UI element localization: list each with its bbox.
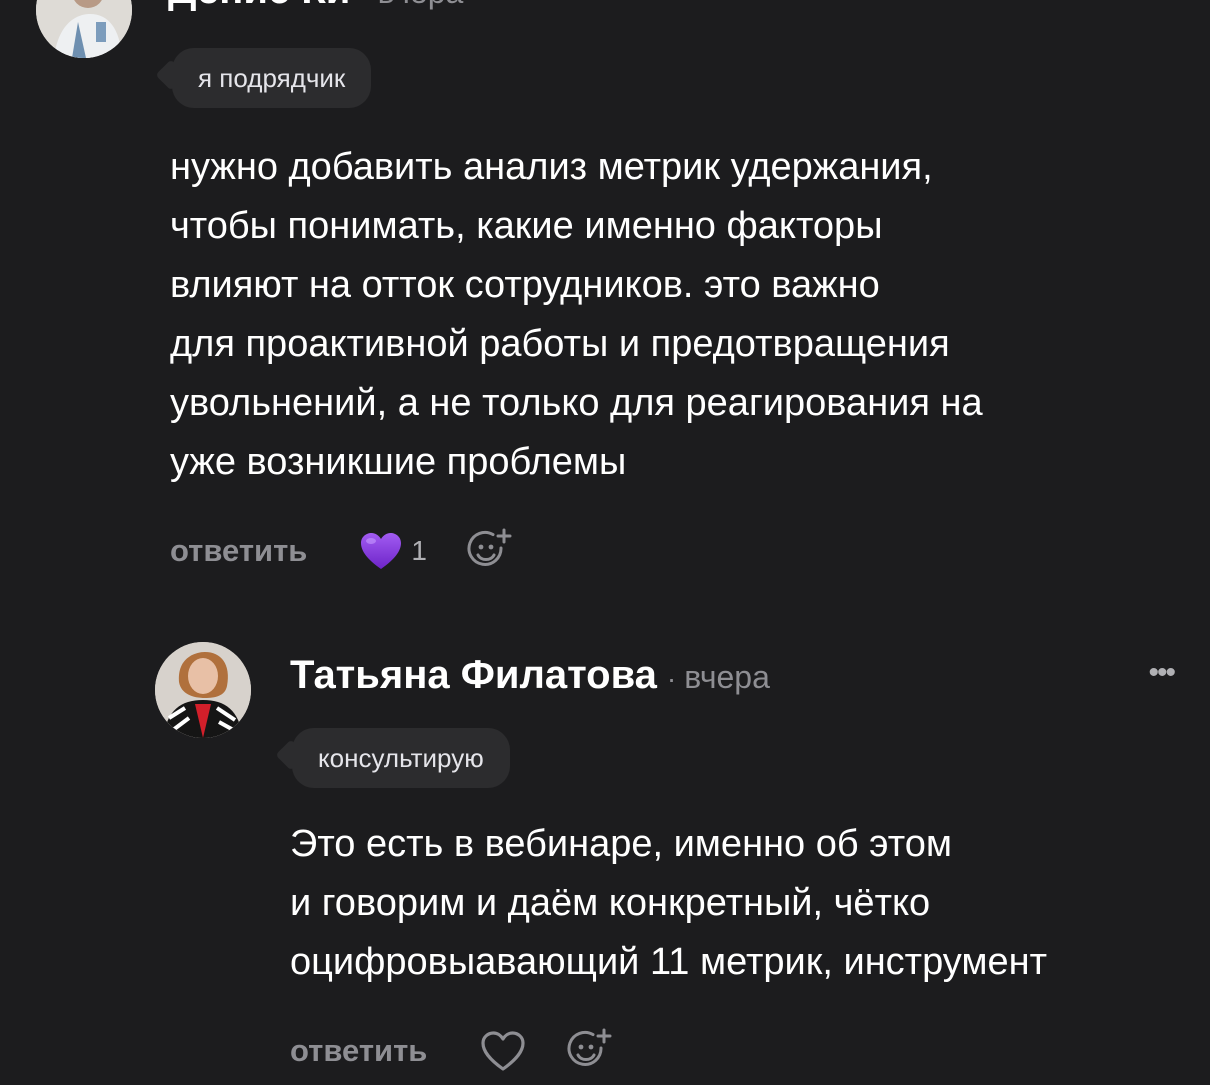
comment-actions: ответить xyxy=(290,1028,613,1074)
author-line: Денис Ки · вчера xyxy=(168,0,463,13)
reply-button[interactable]: ответить xyxy=(170,533,307,569)
reply-button[interactable]: ответить xyxy=(290,1033,427,1069)
more-options-icon[interactable]: ••• xyxy=(1148,0,1175,10)
author-name[interactable]: Татьяна Филатова xyxy=(290,653,657,698)
add-reaction-button[interactable] xyxy=(567,1028,613,1074)
add-reaction-icon xyxy=(567,1028,613,1074)
role-badge: консультирую xyxy=(292,728,510,788)
avatar[interactable] xyxy=(36,0,132,58)
comment-text: Это есть в вебинаре, именно об этом и го… xyxy=(290,823,1048,983)
timestamp: вчера xyxy=(684,659,770,695)
add-reaction-icon xyxy=(467,528,513,574)
like-button[interactable] xyxy=(479,1029,527,1073)
like-button[interactable]: 1 xyxy=(359,531,427,571)
comment-actions: ответить 1 xyxy=(170,528,513,574)
role-badge: я подрядчик xyxy=(172,48,372,108)
heart-icon xyxy=(479,1029,527,1073)
author-name[interactable]: Денис Ки xyxy=(168,0,350,13)
separator-dot: · xyxy=(666,663,677,694)
heart-icon xyxy=(359,531,403,571)
comment-1: Денис Ки · вчера ••• я подрядчик нужно д… xyxy=(0,0,1210,600)
add-reaction-button[interactable] xyxy=(467,528,513,574)
like-count: 1 xyxy=(411,535,427,566)
avatar[interactable] xyxy=(155,642,251,738)
timestamp: вчера xyxy=(378,0,464,11)
comment-text: нужно добавить анализ метрик удержания, … xyxy=(170,146,983,483)
comment-2: Татьяна Филатова · вчера ••• консультиру… xyxy=(0,620,1210,1085)
author-line: Татьяна Филатова · вчера xyxy=(290,653,770,698)
more-options-icon[interactable]: ••• xyxy=(1148,658,1175,688)
separator-dot: · xyxy=(360,0,369,10)
